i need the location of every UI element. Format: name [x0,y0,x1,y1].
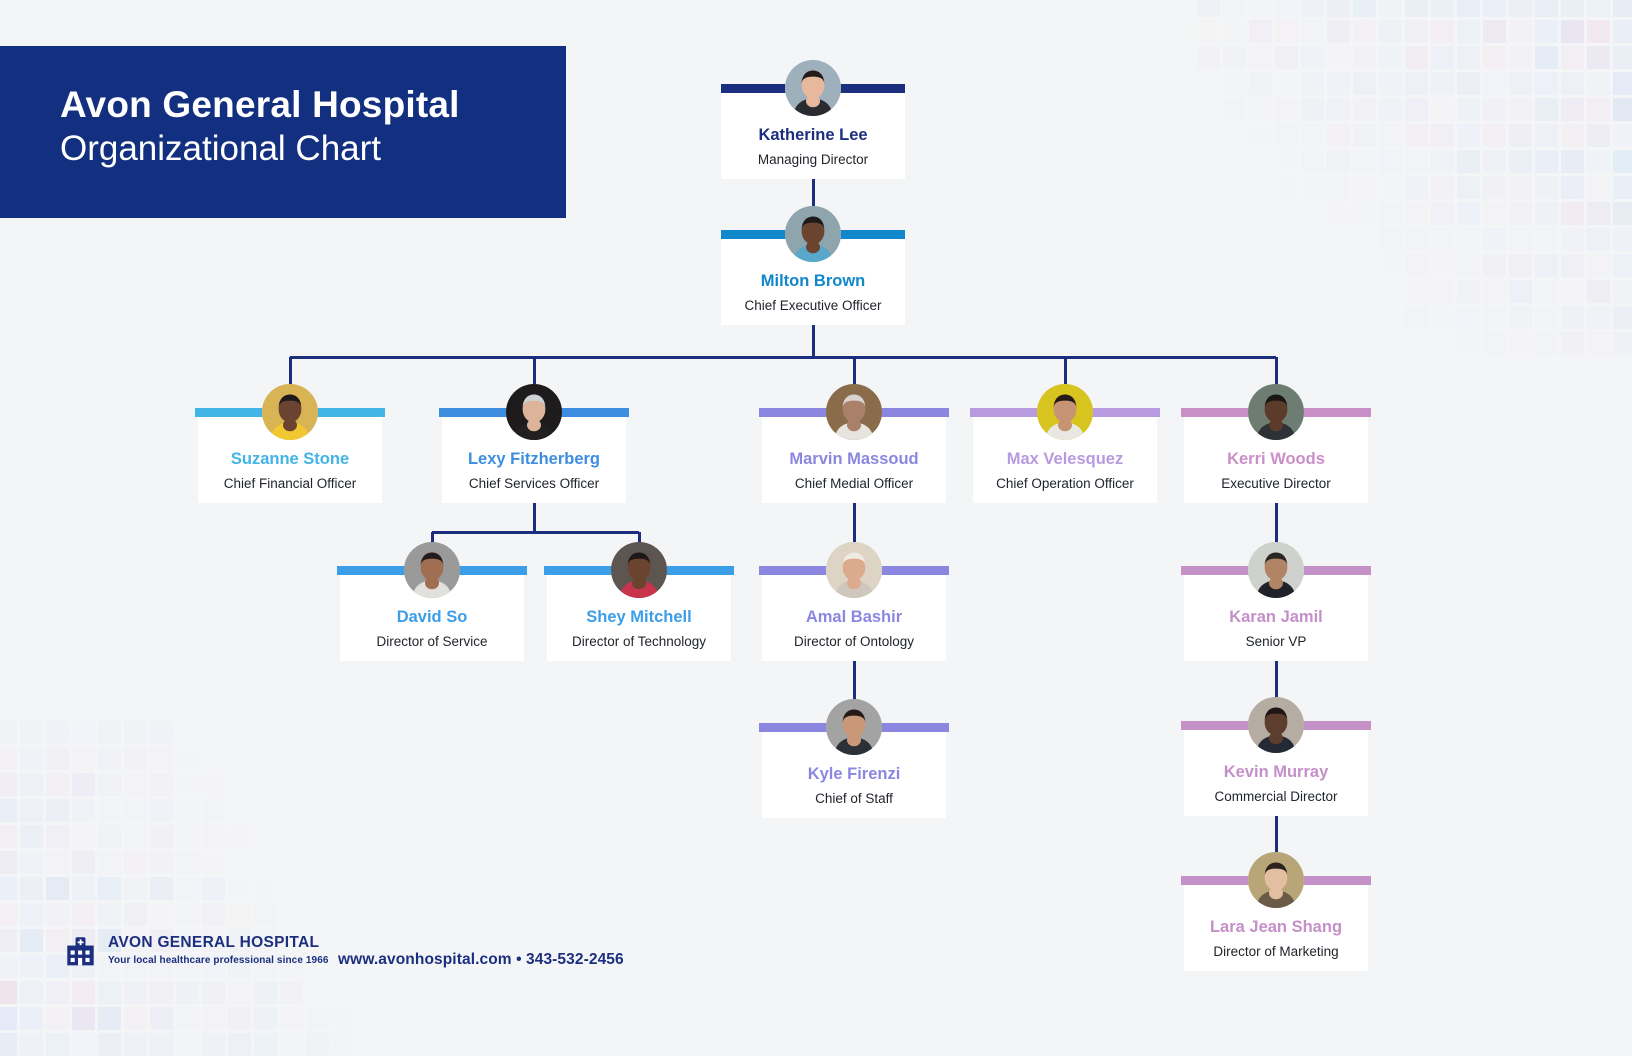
node-avatar [1248,697,1304,753]
org-node-milton[interactable]: Milton Brown Chief Executive Officer [721,230,905,325]
node-avatar [1248,384,1304,440]
connector-vertical [1275,503,1278,542]
node-person-name: Lexy Fitzherberg [468,451,600,468]
org-chart-canvas: Avon General Hospital Organizational Cha… [0,0,1632,1056]
connector-vertical [638,532,641,542]
footer-logo: AVON GENERAL HOSPITAL Your local healthc… [64,934,329,967]
node-person-title: Executive Director [1221,477,1331,491]
org-node-kevin[interactable]: Kevin Murray Commercial Director [1181,721,1371,816]
node-person-name: Amal Bashir [806,609,902,626]
node-avatar [1248,542,1304,598]
node-person-title: Director of Marketing [1213,945,1338,959]
connector-vertical [1275,661,1278,697]
node-avatar [826,542,882,598]
node-person-name: Karan Jamil [1229,609,1323,626]
node-avatar [1037,384,1093,440]
node-person-name: Kevin Murray [1224,764,1329,781]
org-node-shey[interactable]: Shey Mitchell Director of Technology [544,566,734,661]
node-person-name: Max Velesquez [1007,451,1123,468]
footer-logo-name: AVON GENERAL HOSPITAL [108,935,329,951]
node-avatar [785,60,841,116]
connector-vertical [289,357,292,384]
node-person-name: Katherine Lee [758,127,867,144]
org-node-karan[interactable]: Karan Jamil Senior VP [1181,566,1371,661]
connector-vertical [431,532,434,542]
node-person-name: Shey Mitchell [586,609,691,626]
node-person-title: Chief Executive Officer [744,299,881,313]
connector-vertical [853,503,856,542]
org-node-lara[interactable]: Lara Jean Shang Director of Marketing [1181,876,1371,971]
org-node-david[interactable]: David So Director of Service [337,566,527,661]
page-title: Avon General Hospital [60,82,566,127]
node-person-title: Managing Director [758,153,868,167]
connector-vertical [533,357,536,384]
node-person-title: Chief Medial Officer [795,477,913,491]
org-node-kerri[interactable]: Kerri Woods Executive Director [1181,408,1371,503]
connector-vertical [1275,816,1278,852]
node-avatar [404,542,460,598]
decorative-mosaic-bottom-left [0,721,355,1056]
hospital-icon [64,934,97,967]
node-person-title: Chief Operation Officer [996,477,1134,491]
title-block: Avon General Hospital Organizational Cha… [0,46,566,218]
connector-vertical [853,357,856,384]
node-person-title: Chief Services Officer [469,477,599,491]
connector-vertical [1064,357,1067,384]
connector-vertical [533,503,536,532]
org-node-amal[interactable]: Amal Bashir Director of Ontology [759,566,949,661]
node-person-name: David So [397,609,468,626]
connector-vertical [853,661,856,699]
decorative-mosaic-top-right [1197,0,1632,355]
org-node-katherine[interactable]: Katherine Lee Managing Director [721,84,905,179]
node-person-name: Kyle Firenzi [808,766,901,783]
node-person-title: Chief of Staff [815,792,893,806]
node-person-name: Lara Jean Shang [1210,919,1342,936]
connector-vertical [812,325,815,357]
org-node-max[interactable]: Max Velesquez Chief Operation Officer [970,408,1160,503]
page-subtitle: Organizational Chart [60,128,566,171]
node-person-title: Senior VP [1246,635,1307,649]
node-person-title: Director of Service [376,635,487,649]
org-node-lexy[interactable]: Lexy Fitzherberg Chief Services Officer [439,408,629,503]
node-avatar [826,384,882,440]
footer-contact: www.avonhospital.com • 343-532-2456 [338,951,624,969]
node-avatar [262,384,318,440]
org-node-kyle[interactable]: Kyle Firenzi Chief of Staff [759,723,949,818]
node-avatar [826,699,882,755]
connector-horizontal [432,531,639,534]
node-person-name: Suzanne Stone [231,451,349,468]
connector-vertical [1275,357,1278,384]
node-person-title: Chief Financial Officer [224,477,357,491]
node-person-title: Director of Ontology [794,635,914,649]
connector-horizontal [290,356,1276,359]
node-person-name: Milton Brown [761,273,865,290]
node-avatar [785,206,841,262]
node-person-name: Marvin Massoud [789,451,918,468]
node-avatar [506,384,562,440]
node-avatar [1248,852,1304,908]
node-person-title: Director of Technology [572,635,706,649]
org-node-marvin[interactable]: Marvin Massoud Chief Medial Officer [759,408,949,503]
node-person-name: Kerri Woods [1227,451,1325,468]
node-person-title: Commercial Director [1214,790,1337,804]
node-avatar [611,542,667,598]
org-node-suzanne[interactable]: Suzanne Stone Chief Financial Officer [195,408,385,503]
footer-tagline: Your local healthcare professional since… [108,956,329,966]
